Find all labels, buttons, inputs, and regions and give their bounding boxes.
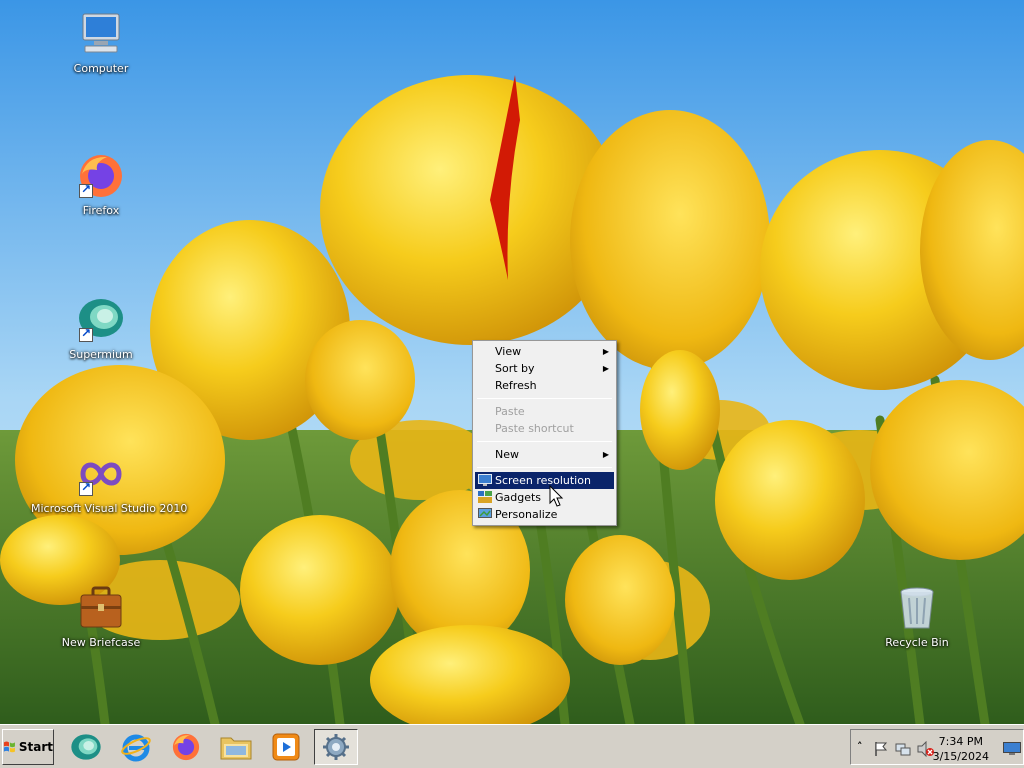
clock-date: 3/15/2024: [932, 750, 989, 763]
menu-item-label: View: [495, 345, 522, 358]
desktop-icon-label: Microsoft Visual Studio 2010: [31, 502, 188, 515]
control-panel-icon: [323, 734, 349, 760]
briefcase-icon: [77, 584, 125, 632]
start-button-label: Start: [18, 740, 53, 754]
visual-studio-icon: [77, 450, 125, 498]
personalize-icon: [478, 508, 492, 518]
internet-explorer-icon: [121, 734, 151, 762]
firefox-icon: [172, 733, 200, 761]
desktop-context-menu: View ▶ Sort by ▶ Refresh Paste Paste sho…: [472, 340, 617, 526]
menu-separator: [477, 467, 612, 468]
desktop-icon-visual-studio[interactable]: Microsoft Visual Studio 2010: [31, 450, 188, 515]
firefox-icon: [77, 152, 125, 200]
taskbar-explorer-button[interactable]: [214, 729, 258, 765]
mouse-cursor-icon: [549, 485, 564, 507]
menu-item-label: Screen resolution: [495, 474, 591, 487]
desktop-icon-firefox[interactable]: Firefox: [31, 152, 171, 217]
taskbar-media-player-button[interactable]: [264, 729, 308, 765]
menu-item-new[interactable]: New ▶: [475, 446, 614, 463]
clock[interactable]: 7:34 PM 3/15/2024: [933, 734, 989, 764]
submenu-arrow-icon: ▶: [602, 347, 609, 356]
menu-item-label: Paste shortcut: [495, 422, 574, 435]
media-player-icon: [272, 733, 300, 761]
menu-separator: [477, 441, 612, 442]
menu-item-screen-resolution[interactable]: Screen resolution: [475, 472, 614, 489]
network-icon[interactable]: [895, 741, 911, 757]
desktop-icon-label: New Briefcase: [61, 636, 141, 649]
desktop-icon-computer[interactable]: Computer: [31, 10, 171, 75]
taskbar-internet-explorer-button[interactable]: [114, 729, 158, 765]
show-hidden-icons-chevron-icon[interactable]: ˄: [857, 740, 863, 753]
start-button[interactable]: Start: [2, 729, 54, 765]
computer-icon: [77, 10, 125, 58]
submenu-arrow-icon: ▶: [602, 364, 609, 373]
action-center-flag-icon[interactable]: [873, 741, 889, 757]
menu-item-label: New: [495, 448, 519, 461]
taskbar-control-panel-button[interactable]: [314, 729, 358, 765]
gadgets-icon: [478, 491, 492, 503]
supermium-icon: [77, 296, 125, 344]
desktop-icon-label: Computer: [73, 62, 129, 75]
menu-separator: [477, 398, 612, 399]
menu-item-view[interactable]: View ▶: [475, 343, 614, 360]
desktop[interactable]: Computer Firefox Supermium: [0, 0, 1024, 724]
submenu-arrow-icon: ▶: [602, 450, 609, 459]
menu-item-label: Gadgets: [495, 491, 542, 504]
menu-item-refresh[interactable]: Refresh: [475, 377, 614, 394]
taskbar-firefox-button[interactable]: [164, 729, 208, 765]
clock-time: 7:34 PM: [938, 735, 983, 748]
supermium-icon: [71, 734, 101, 760]
menu-item-paste[interactable]: Paste: [475, 403, 614, 420]
menu-item-label: Personalize: [495, 508, 558, 521]
windows-logo-icon: [3, 741, 15, 753]
menu-item-label: Sort by: [495, 362, 535, 375]
taskbar: Start ˄ 7:34 PM 3/15/2024: [0, 724, 1024, 768]
menu-item-label: Paste: [495, 405, 525, 418]
menu-item-gadgets[interactable]: Gadgets: [475, 489, 614, 506]
menu-item-label: Refresh: [495, 379, 537, 392]
desktop-icon-supermium[interactable]: Supermium: [31, 296, 171, 361]
explorer-folder-icon: [220, 737, 252, 760]
desktop-icon-new-briefcase[interactable]: New Briefcase: [31, 584, 171, 649]
desktop-icon-recycle-bin[interactable]: Recycle Bin: [847, 584, 987, 649]
menu-item-sort-by[interactable]: Sort by ▶: [475, 360, 614, 377]
desktop-icon-label: Supermium: [69, 348, 133, 361]
screen-resolution-icon: [478, 474, 492, 486]
menu-item-personalize[interactable]: Personalize: [475, 506, 614, 523]
show-desktop-icon[interactable]: [1003, 742, 1021, 755]
desktop-icon-label: Firefox: [82, 204, 120, 217]
desktop-icon-label: Recycle Bin: [885, 636, 949, 649]
notification-area: ˄ 7:34 PM 3/15/2024: [850, 729, 1024, 765]
taskbar-supermium-button[interactable]: [64, 729, 108, 765]
menu-item-paste-shortcut[interactable]: Paste shortcut: [475, 420, 614, 437]
recycle-bin-icon: [893, 584, 941, 632]
